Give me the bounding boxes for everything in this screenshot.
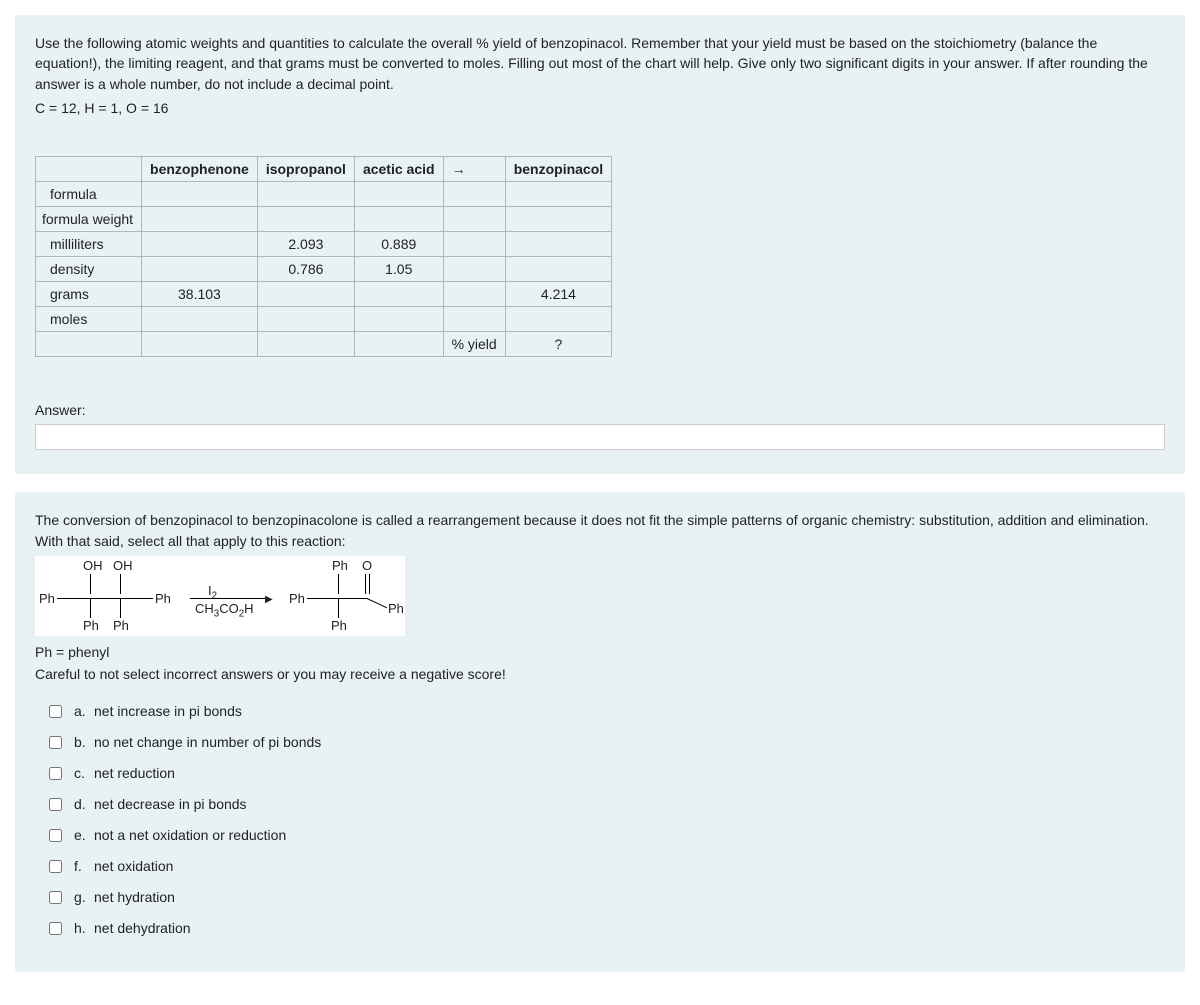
label-ph-r1: Ph xyxy=(332,558,348,573)
text-a: net increase in pi bonds xyxy=(94,703,242,719)
letter-d: d. xyxy=(74,796,94,812)
checkbox-f[interactable] xyxy=(49,860,62,873)
label-catalyst: CH3CO2H xyxy=(195,601,254,620)
ph-caption: Ph = phenyl xyxy=(35,644,1165,660)
checkbox-c[interactable] xyxy=(49,767,62,780)
row-moles: moles xyxy=(36,306,142,331)
ml-isopropanol: 2.093 xyxy=(257,231,354,256)
label-ph-r2: Ph xyxy=(289,591,305,606)
answer-label: Answer: xyxy=(35,402,1165,418)
q1-instruction: Use the following atomic weights and qua… xyxy=(35,33,1165,94)
ml-acetic-acid: 0.889 xyxy=(354,231,443,256)
checkbox-e[interactable] xyxy=(49,829,62,842)
text-c: net reduction xyxy=(94,765,175,781)
option-b: b. no net change in number of pi bonds xyxy=(45,731,1165,750)
options-list: a. net increase in pi bonds b. no net ch… xyxy=(45,700,1165,936)
text-h: net dehydration xyxy=(94,920,191,936)
text-g: net hydration xyxy=(94,889,175,905)
pct-yield-label: % yield xyxy=(443,331,505,356)
letter-e: e. xyxy=(74,827,94,843)
option-c: c. net reduction xyxy=(45,762,1165,781)
q2-instruction: The conversion of benzopinacol to benzop… xyxy=(35,510,1165,552)
checkbox-d[interactable] xyxy=(49,798,62,811)
question-2: The conversion of benzopinacol to benzop… xyxy=(15,492,1185,972)
letter-b: b. xyxy=(74,734,94,750)
label-oh1: OH xyxy=(83,558,103,573)
option-d: d. net decrease in pi bonds xyxy=(45,793,1165,812)
q1-atomic-weights: C = 12, H = 1, O = 16 xyxy=(35,100,1165,116)
option-h: h. net dehydration xyxy=(45,917,1165,936)
row-grams: grams xyxy=(36,281,142,306)
row-milliliters: milliliters xyxy=(36,231,142,256)
checkbox-a[interactable] xyxy=(49,705,62,718)
dens-acetic-acid: 1.05 xyxy=(354,256,443,281)
text-d: net decrease in pi bonds xyxy=(94,796,247,812)
text-f: net oxidation xyxy=(94,858,173,874)
dens-isopropanol: 0.786 xyxy=(257,256,354,281)
header-arrow: → xyxy=(443,156,505,181)
checkbox-b[interactable] xyxy=(49,736,62,749)
checkbox-g[interactable] xyxy=(49,891,62,904)
question-1: Use the following atomic weights and qua… xyxy=(15,15,1185,474)
header-acetic-acid: acetic acid xyxy=(354,156,443,181)
label-o: O xyxy=(362,558,372,573)
text-e: not a net oxidation or reduction xyxy=(94,827,286,843)
text-b: no net change in number of pi bonds xyxy=(94,734,321,750)
header-benzopinacol: benzopinacol xyxy=(505,156,611,181)
row-formula: formula xyxy=(36,181,142,206)
label-ph-l3: Ph xyxy=(83,618,99,633)
label-ph-r4: Ph xyxy=(331,618,347,633)
label-ph-l1: Ph xyxy=(39,591,55,606)
letter-c: c. xyxy=(74,765,94,781)
option-f: f. net oxidation xyxy=(45,855,1165,874)
header-benzophenone: benzophenone xyxy=(142,156,258,181)
g-benzopinacol: 4.214 xyxy=(505,281,611,306)
arrow-head-icon: ▶ xyxy=(265,594,273,605)
label-ph-l4: Ph xyxy=(113,618,129,633)
letter-g: g. xyxy=(74,889,94,905)
row-formula-weight: formula weight xyxy=(36,206,142,231)
g-benzophenone: 38.103 xyxy=(142,281,258,306)
reaction-diagram: OH OH Ph Ph Ph Ph I2 ▶ CH3CO2H Ph O Ph P… xyxy=(35,556,405,636)
letter-a: a. xyxy=(74,703,94,719)
label-oh2: OH xyxy=(113,558,133,573)
letter-f: f. xyxy=(74,858,94,874)
checkbox-h[interactable] xyxy=(49,922,62,935)
header-isopropanol: isopropanol xyxy=(257,156,354,181)
letter-h: h. xyxy=(74,920,94,936)
option-a: a. net increase in pi bonds xyxy=(45,700,1165,719)
label-ph-r3: Ph xyxy=(388,601,404,616)
answer-input[interactable] xyxy=(35,424,1165,450)
label-ph-l2: Ph xyxy=(155,591,171,606)
option-g: g. net hydration xyxy=(45,886,1165,905)
option-e: e. not a net oxidation or reduction xyxy=(45,824,1165,843)
row-density: density xyxy=(36,256,142,281)
pct-yield-value: ? xyxy=(505,331,611,356)
warning-text: Careful to not select incorrect answers … xyxy=(35,666,1165,682)
header-blank xyxy=(36,156,142,181)
stoichiometry-table: benzophenone isopropanol acetic acid → b… xyxy=(35,156,612,357)
